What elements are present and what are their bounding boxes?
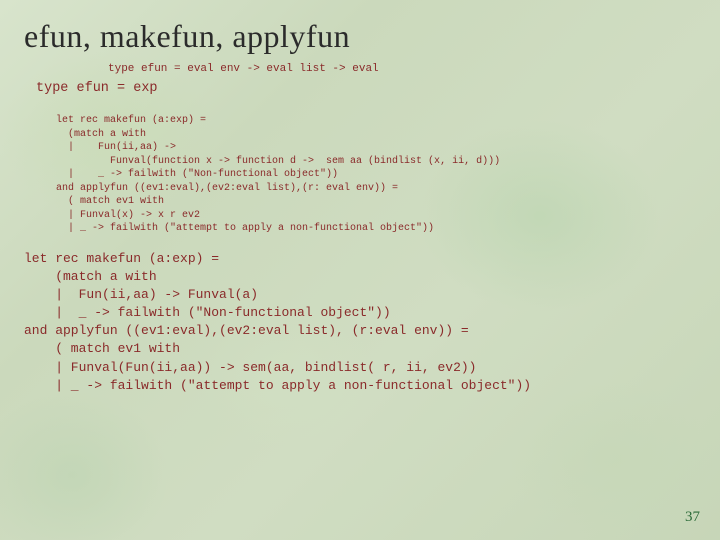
code-block-revised: let rec makefun (a:exp) = (match a with …	[0, 236, 720, 396]
type-signature-old: type efun = eval env -> eval list -> eva…	[0, 61, 720, 75]
code-block-original: let rec makefun (a:exp) = (match a with …	[0, 96, 720, 236]
page-number: 37	[685, 509, 700, 526]
slide-title: efun, makefun, applyfun	[0, 0, 720, 61]
type-signature-new: type efun = exp	[0, 75, 720, 96]
